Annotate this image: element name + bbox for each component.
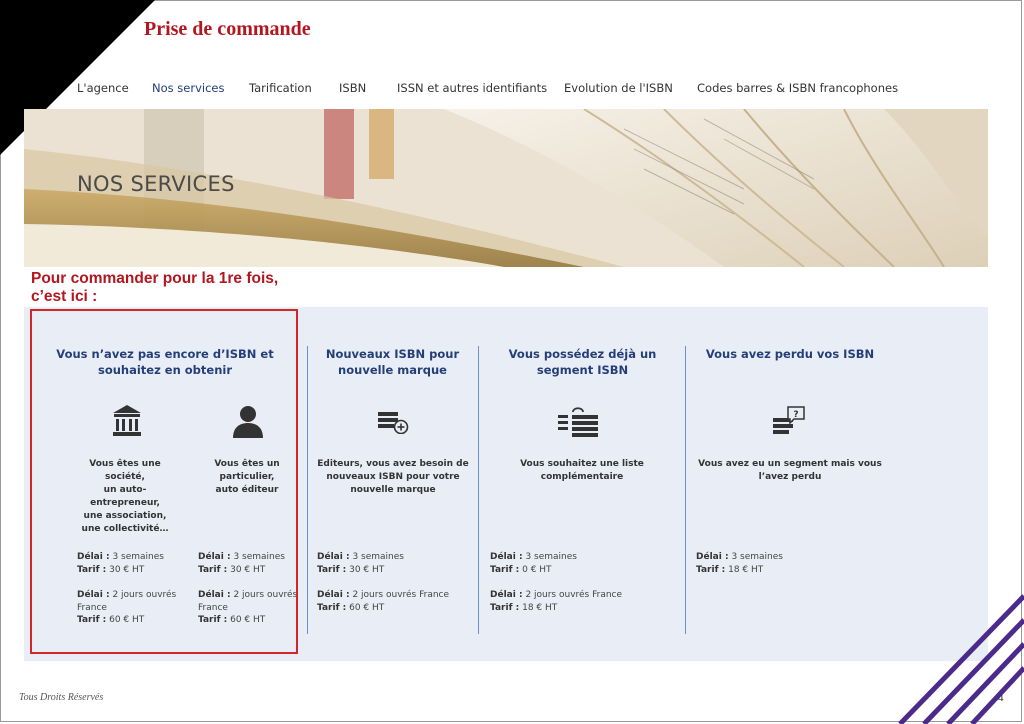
pricing-lost-isbn: Délai : 3 semaines Tarif : 18 € HT (696, 552, 783, 575)
column-divider (307, 346, 308, 634)
stack-unlock-icon (558, 407, 598, 437)
nav-item-codes-barres[interactable]: Codes barres & ISBN francophones (697, 81, 898, 95)
pricing-new-brand-express: Délai : 2 jours ouvrés France Tarif : 60… (317, 590, 450, 613)
service-title-lost-isbn[interactable]: Vous avez perdu vos ISBN (695, 346, 885, 362)
hero-title: NOS SERVICES (77, 172, 235, 196)
nav-item-issn[interactable]: ISSN et autres identifiants (397, 81, 547, 95)
pricing-new-brand-standard: Délai : 3 semaines Tarif : 30 € HT (317, 552, 404, 575)
first-order-highlight-box (30, 309, 298, 654)
page-number: 4 (998, 693, 1004, 704)
top-navigation: L'agence Nos services Tarification ISBN … (0, 81, 1024, 97)
nav-item-nos-services[interactable]: Nos services (152, 81, 224, 95)
service-desc-new-brand: Editeurs, vous avez besoin de nouveaux I… (317, 459, 469, 495)
nav-item-evolution-isbn[interactable]: Evolution de l'ISBN (564, 81, 673, 95)
pricing-existing-standard: Délai : 3 semaines Tarif : 0 € HT (490, 552, 577, 575)
svg-text:?: ? (793, 410, 798, 420)
nav-item-isbn[interactable]: ISBN (339, 81, 366, 95)
service-title-existing-segment[interactable]: Vous possédez déjà un segment ISBN (490, 346, 675, 378)
callout-line-1: Pour commander pour la 1re fois, (31, 270, 279, 287)
hero-banner: NOS SERVICES (24, 109, 988, 267)
footer-copyright: Tous Droits Réservés (19, 692, 104, 703)
column-divider (478, 346, 479, 634)
slide-title: Prise de commande (144, 18, 311, 40)
nav-item-agence[interactable]: L'agence (77, 81, 129, 95)
service-desc-lost-isbn: Vous avez eu un segment mais vous l’avez… (698, 459, 882, 482)
callout-line-2: c’est ici : (31, 288, 98, 305)
order-callout: Pour commander pour la 1re fois, c’est i… (31, 270, 278, 306)
service-desc-existing-segment: Vous souhaitez une liste complémentaire (520, 459, 644, 482)
stack-question-icon: ? (773, 406, 805, 434)
column-divider (685, 346, 686, 634)
nav-item-tarification[interactable]: Tarification (249, 81, 312, 95)
service-title-new-brand[interactable]: Nouveaux ISBN pour nouvelle marque (315, 346, 470, 378)
stack-add-icon (378, 412, 409, 434)
pricing-existing-express: Délai : 2 jours ouvrés France Tarif : 18… (490, 590, 623, 613)
